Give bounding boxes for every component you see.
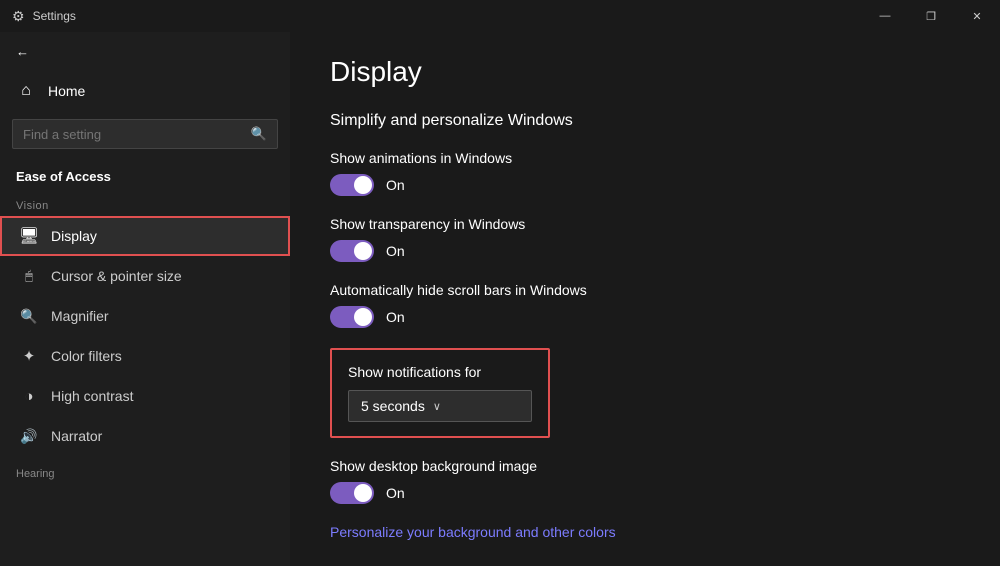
animations-toggle-text: On bbox=[386, 177, 405, 193]
main-layout: ← ⌂ Home 🔍 Ease of Access Vision 🖥 Displ… bbox=[0, 32, 1000, 566]
home-icon: ⌂ bbox=[16, 81, 36, 101]
desktop-bg-label: Show desktop background image bbox=[330, 458, 960, 474]
color-filters-icon: ✦ bbox=[19, 346, 39, 366]
transparency-toggle-knob bbox=[354, 242, 372, 260]
search-icon: 🔍 bbox=[251, 126, 267, 142]
transparency-toggle-row: On bbox=[330, 240, 960, 262]
sidebar-item-color-filters-label: Color filters bbox=[51, 348, 122, 364]
cursor-icon: 🖱 bbox=[19, 266, 39, 286]
page-title: Display bbox=[330, 56, 960, 88]
sidebar-item-high-contrast-label: High contrast bbox=[51, 388, 133, 404]
transparency-toggle-text: On bbox=[386, 243, 405, 259]
desktop-bg-toggle-row: On bbox=[330, 482, 960, 504]
back-button[interactable]: ← bbox=[0, 32, 290, 71]
scrollbars-label: Automatically hide scroll bars in Window… bbox=[330, 282, 960, 298]
sidebar-item-narrator-label: Narrator bbox=[51, 428, 102, 444]
titlebar-title: Settings bbox=[33, 9, 76, 23]
settings-icon: ⚙ bbox=[12, 8, 25, 25]
animations-toggle-row: On bbox=[330, 174, 960, 196]
high-contrast-icon: ◑ bbox=[19, 386, 39, 406]
search-input[interactable] bbox=[23, 127, 245, 142]
animations-toggle-knob bbox=[354, 176, 372, 194]
hearing-section-label: Hearing bbox=[0, 456, 290, 484]
notifications-box: Show notifications for 5 seconds ∨ bbox=[330, 348, 550, 438]
scrollbars-toggle-knob bbox=[354, 308, 372, 326]
sidebar-item-display-label: Display bbox=[51, 228, 97, 244]
notifications-label: Show notifications for bbox=[348, 364, 532, 380]
maximize-button[interactable]: ❐ bbox=[908, 0, 954, 32]
sidebar-item-cursor-label: Cursor & pointer size bbox=[51, 268, 182, 284]
sidebar-item-magnifier[interactable]: 🔍 Magnifier bbox=[0, 296, 290, 336]
desktop-bg-toggle[interactable] bbox=[330, 482, 374, 504]
animations-label: Show animations in Windows bbox=[330, 150, 960, 166]
back-icon: ← bbox=[16, 44, 29, 59]
scrollbars-toggle[interactable] bbox=[330, 306, 374, 328]
desktop-bg-toggle-knob bbox=[354, 484, 372, 502]
scrollbars-setting: Automatically hide scroll bars in Window… bbox=[330, 282, 960, 328]
sidebar-item-magnifier-label: Magnifier bbox=[51, 308, 109, 324]
animations-toggle[interactable] bbox=[330, 174, 374, 196]
display-icon: 🖥 bbox=[19, 226, 39, 246]
sidebar-item-color-filters[interactable]: ✦ Color filters bbox=[0, 336, 290, 376]
content-area: Display Simplify and personalize Windows… bbox=[290, 32, 1000, 566]
home-label: Home bbox=[48, 83, 85, 99]
ease-access-label: Ease of Access bbox=[0, 157, 290, 188]
section-subtitle: Simplify and personalize Windows bbox=[330, 112, 960, 130]
vision-section-label: Vision bbox=[0, 188, 290, 216]
transparency-setting: Show transparency in Windows On bbox=[330, 216, 960, 262]
scrollbars-toggle-text: On bbox=[386, 309, 405, 325]
sidebar-item-cursor[interactable]: 🖱 Cursor & pointer size bbox=[0, 256, 290, 296]
minimize-button[interactable]: — bbox=[862, 0, 908, 32]
sidebar: ← ⌂ Home 🔍 Ease of Access Vision 🖥 Displ… bbox=[0, 32, 290, 566]
dropdown-arrow-icon: ∨ bbox=[433, 400, 441, 413]
magnifier-icon: 🔍 bbox=[19, 306, 39, 326]
sidebar-item-high-contrast[interactable]: ◑ High contrast bbox=[0, 376, 290, 416]
titlebar-left: ⚙ Settings bbox=[12, 8, 76, 25]
notifications-value: 5 seconds bbox=[361, 398, 425, 414]
transparency-toggle[interactable] bbox=[330, 240, 374, 262]
close-button[interactable]: ✕ bbox=[954, 0, 1000, 32]
desktop-bg-toggle-text: On bbox=[386, 485, 405, 501]
desktop-bg-setting: Show desktop background image On bbox=[330, 458, 960, 504]
sidebar-item-narrator[interactable]: 🔊 Narrator bbox=[0, 416, 290, 456]
home-button[interactable]: ⌂ Home bbox=[0, 71, 290, 111]
transparency-label: Show transparency in Windows bbox=[330, 216, 960, 232]
search-box[interactable]: 🔍 bbox=[12, 119, 278, 149]
narrator-icon: 🔊 bbox=[19, 426, 39, 446]
notifications-dropdown[interactable]: 5 seconds ∨ bbox=[348, 390, 532, 422]
personalize-link[interactable]: Personalize your background and other co… bbox=[330, 524, 960, 540]
animations-setting: Show animations in Windows On bbox=[330, 150, 960, 196]
titlebar: ⚙ Settings — ❐ ✕ bbox=[0, 0, 1000, 32]
scrollbars-toggle-row: On bbox=[330, 306, 960, 328]
titlebar-controls: — ❐ ✕ bbox=[862, 0, 1000, 32]
sidebar-item-display[interactable]: 🖥 Display bbox=[0, 216, 290, 256]
